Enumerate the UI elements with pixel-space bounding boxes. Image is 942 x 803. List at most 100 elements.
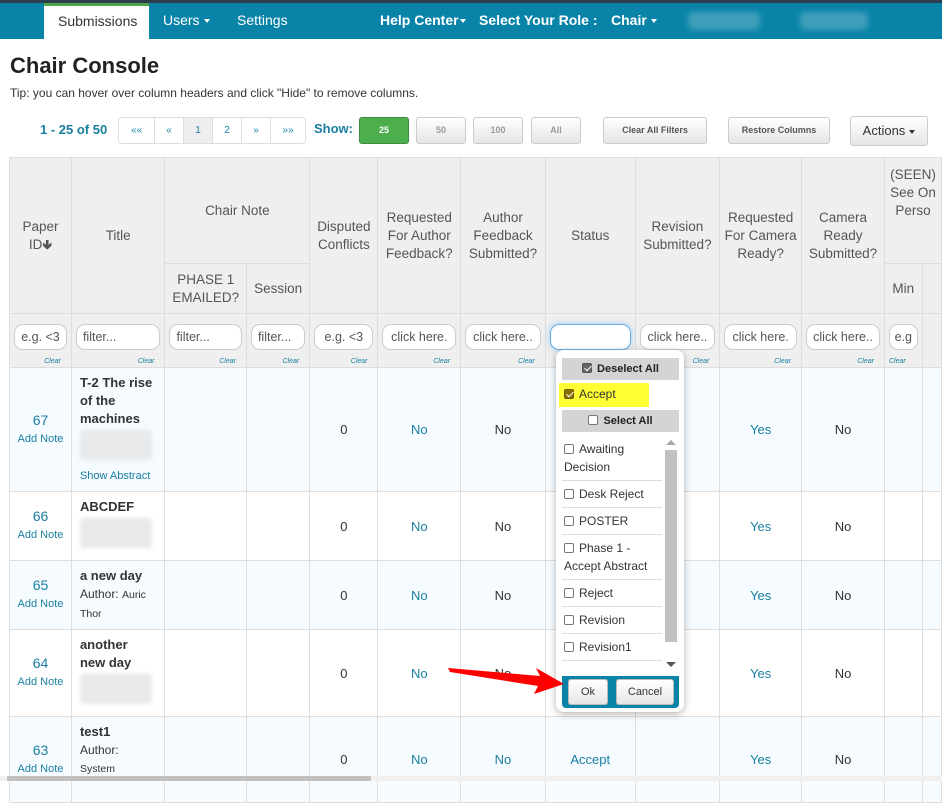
filter-requested-camera[interactable]: click here. xyxy=(724,323,798,350)
clear-phase1-link[interactable]: Clear xyxy=(219,358,236,365)
header-author-feedback-submitted[interactable]: Author Feedback Submitted? xyxy=(460,157,546,314)
add-note-link[interactable]: Add Note xyxy=(10,525,71,545)
header-chair-note[interactable]: Chair Note xyxy=(164,157,311,264)
next-page-button[interactable]: » xyxy=(241,118,270,143)
first-page-button[interactable]: «« xyxy=(119,118,154,143)
filter-status[interactable] xyxy=(549,323,631,350)
page-size-25-button[interactable]: 25 xyxy=(359,117,409,144)
option-phase1-accept-abstract[interactable]: Phase 1 - Accept Abstract xyxy=(562,535,662,580)
header-disputed-conflicts[interactable]: Disputed Conflicts xyxy=(309,157,379,314)
filter-revision-submitted[interactable]: click here.. xyxy=(639,323,716,350)
filter-title[interactable]: filter... xyxy=(75,323,161,350)
option-accept[interactable]: Accept xyxy=(564,387,616,401)
paper-id[interactable]: 64 xyxy=(33,655,49,671)
last-page-button[interactable]: »» xyxy=(270,118,305,143)
filter-paper-id[interactable]: e.g. <3 xyxy=(14,323,67,350)
filter-phase1[interactable]: filter... xyxy=(169,323,242,350)
filter-feedback-submitted[interactable]: click here.. xyxy=(465,323,541,350)
requested-camera-value[interactable]: Yes xyxy=(719,629,803,717)
status-value[interactable]: Accept xyxy=(544,716,636,803)
clear-requested-camera-link[interactable]: Clear xyxy=(774,358,791,365)
blurred-nav-item[interactable] xyxy=(688,12,760,30)
role-selector[interactable]: Chair xyxy=(611,3,657,39)
option-awaiting-decision[interactable]: Awaiting Decision xyxy=(562,436,662,481)
requested-feedback-value[interactable]: No xyxy=(377,716,462,803)
header-camera-ready-submitted[interactable]: Camera Ready Submitted? xyxy=(801,157,885,314)
nav-settings[interactable]: Settings xyxy=(237,3,288,39)
filter-session[interactable]: filter... xyxy=(250,323,306,350)
header-title[interactable]: Title xyxy=(70,157,166,314)
prev-page-button[interactable]: « xyxy=(154,118,183,143)
page-size-all-button[interactable]: All xyxy=(531,117,581,144)
show-abstract-link[interactable]: Show Abstract xyxy=(80,467,157,485)
header-extra[interactable] xyxy=(921,263,942,314)
feedback-submitted-value[interactable]: No xyxy=(460,716,546,803)
clear-camera-submitted-link[interactable]: Clear xyxy=(857,358,874,365)
header-min[interactable]: Min xyxy=(884,263,923,314)
clear-disputed-link[interactable]: Clear xyxy=(351,358,368,365)
requested-feedback-value[interactable]: No xyxy=(377,491,462,561)
checkbox-icon[interactable] xyxy=(564,642,574,652)
header-session[interactable]: Session xyxy=(245,263,311,314)
requested-camera-value[interactable]: Yes xyxy=(719,367,803,492)
option-revision[interactable]: Revision xyxy=(562,607,662,634)
add-note-link[interactable]: Add Note xyxy=(10,594,71,614)
page-size-50-button[interactable]: 50 xyxy=(416,117,466,144)
deselect-all-button[interactable]: Deselect All xyxy=(562,358,679,380)
option-desk-reject[interactable]: Desk Reject xyxy=(562,481,662,508)
scroll-up-icon[interactable] xyxy=(666,440,676,445)
nav-submissions[interactable]: Submissions xyxy=(44,3,149,39)
header-paper-id[interactable]: Paper ID🢃 xyxy=(9,157,72,314)
paper-id[interactable]: 66 xyxy=(33,508,49,524)
header-status[interactable]: Status xyxy=(544,157,636,314)
header-requested-camera-ready[interactable]: Requested For Camera Ready? xyxy=(719,157,803,314)
clear-title-link[interactable]: Clear xyxy=(138,358,155,365)
scroll-down-icon[interactable] xyxy=(666,662,676,667)
clear-session-link[interactable]: Clear xyxy=(282,358,299,365)
checkbox-checked-icon[interactable] xyxy=(564,389,574,399)
paper-id[interactable]: 67 xyxy=(33,412,49,428)
clear-paper-id-link[interactable]: Clear xyxy=(44,358,61,365)
checkbox-icon[interactable] xyxy=(564,588,574,598)
add-note-link[interactable]: Add Note xyxy=(10,672,71,692)
option-revision1[interactable]: Revision1 xyxy=(562,634,662,661)
filter-min[interactable]: e.g xyxy=(889,323,918,350)
checkbox-icon[interactable] xyxy=(564,615,574,625)
header-seen-group[interactable]: (SEEN) See On Perso xyxy=(884,157,942,264)
paper-id[interactable]: 63 xyxy=(33,742,49,758)
paper-id[interactable]: 65 xyxy=(33,577,49,593)
cancel-button[interactable]: Cancel xyxy=(616,679,674,705)
clear-min-link[interactable]: Clear xyxy=(889,358,906,365)
restore-columns-button[interactable]: Restore Columns xyxy=(728,117,830,144)
requested-feedback-value[interactable]: No xyxy=(377,560,462,630)
requested-camera-value[interactable]: Yes xyxy=(719,560,803,630)
checkbox-icon[interactable] xyxy=(564,516,574,526)
nav-users[interactable]: Users xyxy=(163,3,210,39)
header-phase1-emailed[interactable]: PHASE 1 EMAILED? xyxy=(164,263,247,314)
checkbox-icon[interactable] xyxy=(564,444,574,454)
checkbox-icon[interactable] xyxy=(564,489,574,499)
scrollbar-thumb[interactable] xyxy=(665,450,677,642)
clear-revision-link[interactable]: Clear xyxy=(693,358,710,365)
filter-requested-feedback[interactable]: click here. xyxy=(382,323,457,350)
page-2-button[interactable]: 2 xyxy=(212,118,241,143)
dropdown-scrollbar[interactable] xyxy=(664,438,678,672)
page-1-button[interactable]: 1 xyxy=(183,118,212,143)
requested-camera-value[interactable]: Yes xyxy=(719,491,803,561)
option-reject[interactable]: Reject xyxy=(562,580,662,607)
clear-requested-feedback-link[interactable]: Clear xyxy=(433,358,450,365)
requested-feedback-value[interactable]: No xyxy=(377,367,462,492)
actions-button[interactable]: Actions xyxy=(850,116,928,146)
header-requested-author-feedback[interactable]: Requested For Author Feedback? xyxy=(377,157,462,314)
select-all-button[interactable]: Select All xyxy=(562,410,679,432)
checkbox-icon[interactable] xyxy=(564,543,574,553)
blurred-user-menu[interactable] xyxy=(800,12,868,30)
nav-help-center[interactable]: Help Center xyxy=(380,3,466,39)
page-size-100-button[interactable]: 100 xyxy=(473,117,523,144)
option-poster[interactable]: POSTER xyxy=(562,508,662,535)
ok-button[interactable]: Ok xyxy=(568,679,608,705)
clear-feedback-submitted-link[interactable]: Clear xyxy=(518,358,535,365)
add-note-link[interactable]: Add Note xyxy=(10,429,71,449)
filter-disputed[interactable]: e.g. <3 xyxy=(314,323,374,350)
header-revision-submitted[interactable]: Revision Submitted? xyxy=(634,157,721,314)
